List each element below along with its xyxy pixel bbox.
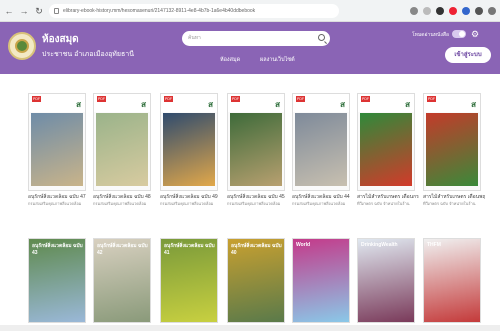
book-cover[interactable]: PDF ส	[357, 93, 415, 191]
extensions	[410, 6, 496, 15]
book-cover[interactable]: DrinkingWealth	[357, 238, 415, 323]
profile-icon[interactable]	[475, 6, 483, 15]
pdf-badge-icon: PDF	[97, 96, 106, 102]
menu-icon[interactable]	[488, 6, 496, 15]
url-text: elibrary-ebook-history.mm/hesomasenuri/2…	[63, 7, 256, 14]
book-publisher: กรมส่งเสริมคุณภาพสิ่งแวดล้อม	[292, 201, 346, 206]
book-cover[interactable]: อนุรักษ์สิ่งแวดล้อม ฉบับ 43	[28, 238, 86, 323]
extension-icon[interactable]	[449, 6, 457, 15]
magazine-logo-icon: ส	[208, 99, 213, 109]
forward-icon[interactable]: →	[19, 6, 29, 16]
book-cover[interactable]: PDF ส	[423, 93, 481, 191]
book-cover[interactable]: อนุรักษ์สิ่งแวดล้อม ฉบับ 42	[93, 238, 151, 323]
pdf-badge-icon: PDF	[231, 96, 240, 102]
magazine-logo-icon: ส	[340, 99, 345, 109]
search-icon[interactable]	[318, 34, 325, 41]
login-button[interactable]: เข้าสู่ระบบ	[445, 47, 491, 63]
browser-toolbar: ← → ↻ elibrary-ebook-history.mm/hesomase…	[0, 0, 500, 22]
pdf-badge-icon: PDF	[361, 96, 370, 102]
address-bar[interactable]: elibrary-ebook-history.mm/hesomasenuri/2…	[49, 3, 339, 18]
back-icon[interactable]: ←	[4, 6, 14, 16]
library-logo-icon[interactable]	[8, 32, 36, 60]
search-input[interactable]: ค้นหา	[182, 31, 330, 46]
book-publisher: กรมส่งเสริมคุณภาพสิ่งแวดล้อม	[160, 201, 214, 206]
star-icon[interactable]	[423, 6, 431, 15]
reading-mode-toggle[interactable]	[452, 30, 466, 38]
magazine-logo-icon: ส	[405, 99, 410, 109]
book-title: World	[296, 242, 311, 248]
pdf-badge-icon: PDF	[164, 96, 173, 102]
site-subtitle: ประชาชน อำเภอเมืองอุทัยธานี	[42, 51, 135, 58]
pdf-badge-icon: PDF	[296, 96, 305, 102]
book-cover[interactable]: อนุรักษ์สิ่งแวดล้อม ฉบับ 41	[160, 238, 218, 323]
book-cover[interactable]: World	[292, 238, 350, 323]
book-publisher: กรมส่งเสริมคุณภาพสิ่งแวดล้อม	[227, 201, 281, 206]
reading-mode-label: โหมดอ่านหนังสือ	[412, 32, 449, 38]
magazine-logo-icon: ส	[76, 99, 81, 109]
settings-icon[interactable]: ⚙	[471, 29, 479, 40]
book-cover[interactable]: PDF ส	[93, 93, 151, 191]
book-cover[interactable]: อนุรักษ์สิ่งแวดล้อม ฉบับ 40	[227, 238, 285, 323]
book-publisher: ทีวีเกษตร ฉบับ จำหน่ายในร้าน	[357, 201, 410, 206]
book-publisher: ทีวีเกษตร ฉบับ จำหน่ายในร้าน	[423, 201, 476, 206]
book-title: อนุรักษ์สิ่งแวดล้อม ฉบับ 43	[32, 243, 83, 256]
pdf-badge-icon: PDF	[32, 96, 41, 102]
reload-icon[interactable]: ↻	[34, 6, 44, 16]
book-cover[interactable]: PDF ส	[227, 93, 285, 191]
magazine-logo-icon: ส	[471, 99, 476, 109]
nav-library[interactable]: ห้องสมุด	[220, 56, 240, 64]
book-cover[interactable]: THFM	[423, 238, 481, 323]
site-header: ห้องสมุด ประชาชน อำเภอเมืองอุทัยธานี ค้น…	[0, 22, 500, 74]
book-title: อนุรักษ์สิ่งแวดล้อม ฉบับ 42	[97, 243, 148, 256]
pdf-badge-icon: PDF	[427, 96, 436, 102]
book-publisher: กรมส่งเสริมคุณภาพสิ่งแวดล้อม	[28, 201, 82, 206]
book-publisher: กรมส่งเสริมคุณภาพสิ่งแวดล้อม	[93, 201, 147, 206]
lock-icon	[54, 7, 59, 14]
extension-icon[interactable]	[462, 6, 470, 15]
site-title: ห้องสมุด	[42, 34, 79, 45]
magazine-logo-icon: ส	[141, 99, 146, 109]
book-title: DrinkingWealth	[361, 242, 398, 248]
nav-works[interactable]: ผลงานเว็บไซต์	[260, 56, 295, 64]
book-title: อนุรักษ์สิ่งแวดล้อม ฉบับ 41	[164, 243, 215, 256]
book-title: THFM	[427, 242, 441, 248]
status-bar	[0, 325, 500, 331]
book-cover[interactable]: PDF ส	[292, 93, 350, 191]
book-title: อนุรักษ์สิ่งแวดล้อม ฉบับ 40	[231, 243, 282, 256]
magazine-logo-icon: ส	[275, 99, 280, 109]
extension-icon[interactable]	[436, 6, 444, 15]
book-cover[interactable]: PDF ส	[28, 93, 86, 191]
book-cover[interactable]: PDF ส	[160, 93, 218, 191]
share-icon[interactable]	[410, 6, 418, 15]
